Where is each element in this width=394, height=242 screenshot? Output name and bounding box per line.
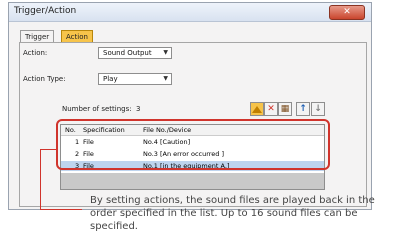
- add-button[interactable]: [250, 102, 264, 116]
- move-down-button[interactable]: ↓: [311, 102, 325, 116]
- action-type-select-value: Play: [103, 75, 118, 83]
- move-down-icon: ↓: [314, 104, 322, 114]
- window-title: Trigger/Action: [14, 6, 77, 16]
- delete-button[interactable]: ✕: [264, 102, 278, 116]
- settings-icon: ▦: [280, 104, 290, 114]
- action-type-label: Action Type:: [23, 75, 66, 83]
- action-label: Action:: [23, 49, 48, 57]
- action-select-value: Sound Output: [103, 49, 152, 57]
- move-up-button[interactable]: ↑: [296, 102, 310, 116]
- list-highlight-box: [56, 119, 330, 170]
- callout-caption: By setting actions, the sound files are …: [90, 195, 375, 232]
- chevron-down-icon: ▼: [163, 75, 168, 82]
- callout-line: [40, 149, 41, 209]
- callout-line: [40, 209, 82, 210]
- action-select[interactable]: Sound Output ▼: [98, 47, 172, 59]
- close-button[interactable]: ✕: [329, 5, 365, 20]
- add-icon: [252, 106, 262, 113]
- title-bar: Trigger/Action ✕: [9, 3, 371, 22]
- action-type-select[interactable]: Play ▼: [98, 73, 172, 85]
- chevron-down-icon: ▼: [163, 49, 168, 56]
- callout-line: [40, 149, 57, 150]
- settings-count-label: Number of settings:: [62, 105, 132, 113]
- list-empty-area: [61, 173, 324, 189]
- delete-icon: ✕: [267, 104, 275, 114]
- close-icon: ✕: [343, 7, 351, 17]
- move-up-icon: ↑: [299, 104, 307, 114]
- settings-count-value: 3: [136, 105, 141, 113]
- settings-button[interactable]: ▦: [278, 102, 292, 116]
